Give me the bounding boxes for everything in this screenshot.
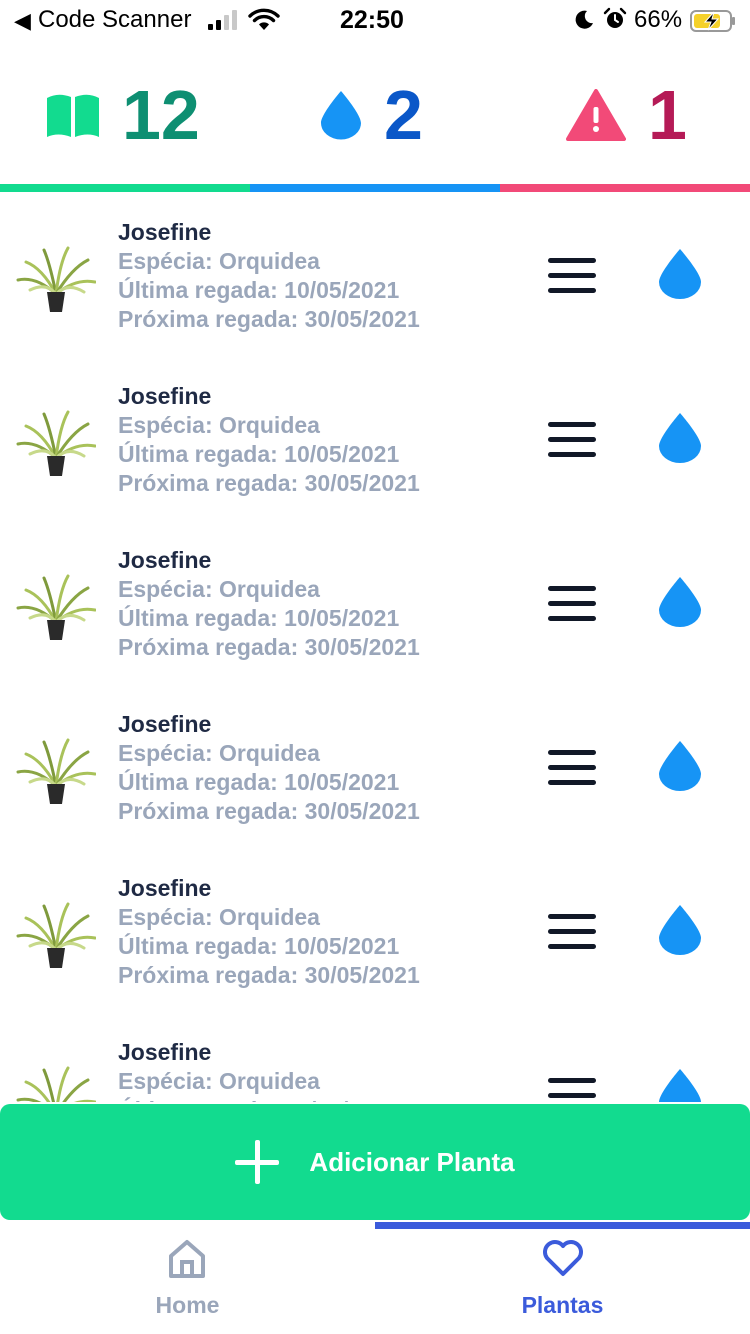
plant-last-watered: Última regada: 10/05/2021 (118, 933, 400, 959)
tab-home-label: Home (155, 1292, 220, 1318)
battery-percent: 66% (634, 6, 683, 33)
menu-icon[interactable] (548, 258, 596, 294)
add-plant-label: Adicionar Planta (309, 1146, 515, 1177)
tab-plantas[interactable]: Plantas (375, 1222, 750, 1334)
plant-photo (16, 902, 97, 972)
plant-info: Josefine Espécia: Orquidea Última regada… (118, 710, 420, 826)
stats-color-bars (0, 184, 750, 192)
heart-icon (543, 1240, 583, 1276)
menu-icon[interactable] (548, 914, 596, 950)
plant-species: Espécia: Orquidea (118, 576, 320, 602)
plant-list-item[interactable]: Josefine Espécia: Orquidea Última regada… (0, 848, 750, 1012)
plant-name: Josefine (118, 875, 212, 901)
wifi-icon (248, 8, 280, 30)
clock-time: 22:50 (340, 6, 404, 34)
water-drop-icon[interactable] (658, 740, 702, 792)
plant-photo (16, 246, 97, 316)
home-icon (169, 1240, 205, 1278)
plant-info: Josefine Espécia: Orquidea Última regada… (118, 382, 420, 498)
plant-list-item[interactable]: Josefine Espécia: Orquidea Última regada… (0, 684, 750, 848)
plant-list-item[interactable]: Josefine Espécia: Orquidea Última regada… (0, 1012, 750, 1102)
alarm-icon (603, 7, 627, 28)
menu-icon[interactable] (548, 750, 596, 786)
tab-plantas-label: Plantas (521, 1292, 604, 1318)
plant-species: Espécia: Orquidea (118, 412, 320, 438)
stat-water-value: 2 (384, 76, 423, 154)
cellular-signal-icon (208, 10, 237, 30)
plant-info: Josefine Espécia: Orquidea Última regada… (118, 874, 420, 990)
plant-name: Josefine (118, 1039, 212, 1065)
plant-stats: 12 2 1 (0, 60, 750, 170)
plant-name: Josefine (118, 219, 212, 245)
plant-info: Josefine Espécia: Orquidea Última regada… (118, 218, 420, 334)
water-drop-icon (321, 91, 361, 140)
plus-icon (235, 1140, 280, 1184)
water-drop-icon[interactable] (658, 248, 702, 300)
plant-next-watered: Próxima regada: 30/05/2021 (118, 962, 420, 988)
water-drop-icon[interactable] (658, 576, 702, 628)
plant-next-watered: Próxima regada: 30/05/2021 (118, 634, 420, 660)
plant-last-watered: Última regada: 10/05/2021 (118, 277, 400, 303)
stat-total-plants: 12 (46, 60, 200, 170)
tab-home[interactable]: Home (0, 1222, 375, 1334)
battery-charging-icon (690, 10, 735, 32)
plant-last-watered: Última regada: 10/05/2021 (118, 1096, 420, 1102)
add-plant-button[interactable]: Adicionar Planta (0, 1104, 750, 1220)
alert-triangle-icon (566, 89, 626, 141)
tab-bar: Home Plantas (0, 1222, 750, 1334)
water-drop-icon[interactable] (658, 1068, 702, 1102)
menu-icon[interactable] (548, 1078, 596, 1102)
plant-info: Josefine Espécia: Orquidea Última regada… (118, 1038, 420, 1102)
plant-species: Espécia: Orquidea (118, 248, 320, 274)
plant-list-item[interactable]: Josefine Espécia: Orquidea Última regada… (0, 520, 750, 684)
back-app-label[interactable]: Code Scanner (38, 6, 191, 34)
plant-photo (16, 738, 97, 808)
plant-photo (16, 574, 97, 644)
menu-icon[interactable] (548, 586, 596, 622)
water-drop-icon[interactable] (658, 904, 702, 956)
menu-icon[interactable] (548, 422, 596, 458)
plant-list-item[interactable]: Josefine Espécia: Orquidea Última regada… (0, 192, 750, 356)
moon-icon (575, 10, 593, 29)
plant-last-watered: Última regada: 10/05/2021 (118, 769, 400, 795)
bar-water (250, 184, 500, 192)
stat-alert-value: 1 (648, 76, 687, 154)
plant-name: Josefine (118, 711, 212, 737)
stat-to-water: 2 (320, 60, 423, 170)
status-bar: ◀ Code Scanner 22:50 66% (0, 0, 750, 44)
plant-species: Espécia: Orquidea (118, 904, 320, 930)
plant-info: Josefine Espécia: Orquidea Última regada… (118, 546, 420, 662)
plant-last-watered: Última regada: 10/05/2021 (118, 441, 400, 467)
book-icon (47, 94, 99, 137)
plant-species: Espécia: Orquidea (118, 1068, 320, 1094)
plant-next-watered: Próxima regada: 30/05/2021 (118, 306, 420, 332)
plant-last-watered: Última regada: 10/05/2021 (118, 605, 400, 631)
stat-total-value: 12 (122, 76, 200, 154)
bar-alert (500, 184, 750, 192)
plant-next-watered: Próxima regada: 30/05/2021 (118, 798, 420, 824)
water-drop-icon[interactable] (658, 412, 702, 464)
plant-name: Josefine (118, 383, 212, 409)
plant-next-watered: Próxima regada: 30/05/2021 (118, 470, 420, 496)
plant-list[interactable]: Josefine Espécia: Orquidea Última regada… (0, 192, 750, 1102)
back-arrow-icon[interactable]: ◀ (14, 8, 31, 34)
plant-photo (16, 1066, 97, 1102)
stat-alerts: 1 (566, 60, 687, 170)
plant-name: Josefine (118, 547, 212, 573)
plant-list-item[interactable]: Josefine Espécia: Orquidea Última regada… (0, 356, 750, 520)
plant-photo (16, 410, 97, 480)
plant-species: Espécia: Orquidea (118, 740, 320, 766)
bar-total (0, 184, 250, 192)
